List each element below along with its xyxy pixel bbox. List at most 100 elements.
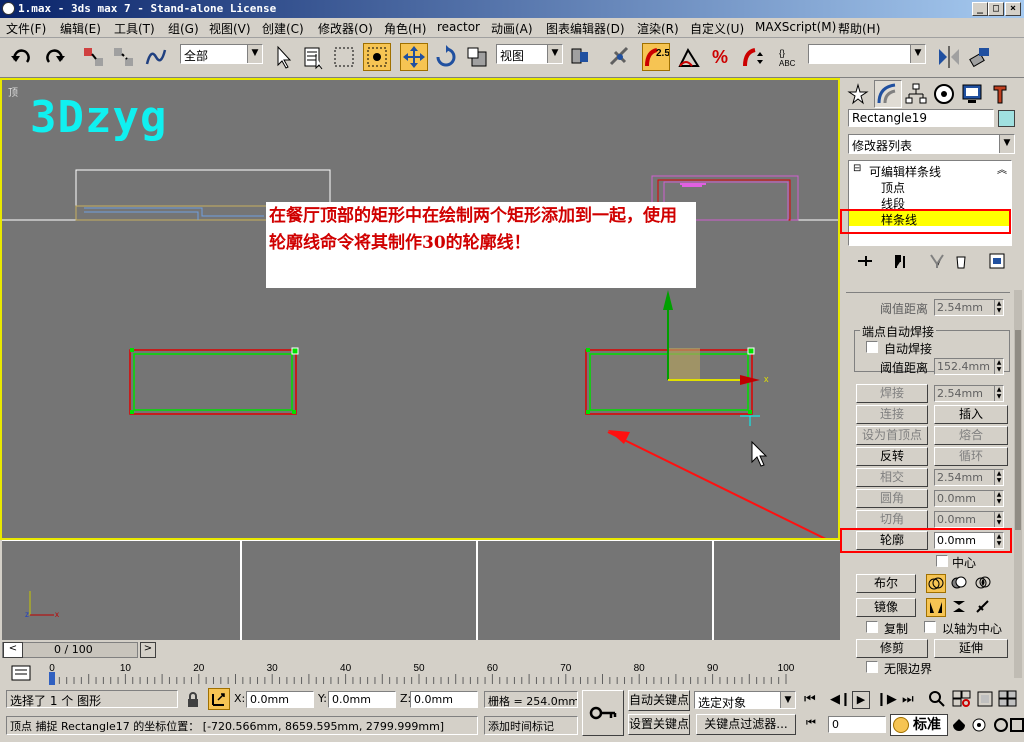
unlink-selection-icon[interactable]: [110, 43, 138, 71]
menu-rendering[interactable]: 渲染(R): [637, 20, 679, 37]
menu-animation[interactable]: 动画(A): [491, 20, 533, 37]
boolean-union-icon[interactable]: [926, 574, 946, 593]
lock-selection-icon[interactable]: [186, 692, 200, 711]
select-and-manipulate-icon[interactable]: [606, 43, 634, 71]
menu-group[interactable]: 组(G): [168, 20, 199, 37]
utilities-tab-icon[interactable]: [988, 82, 1012, 106]
object-name-field[interactable]: Rectangle19: [848, 109, 994, 127]
next-frame-icon[interactable]: ❙▶: [876, 692, 897, 707]
threshold-spinner-2[interactable]: 152.4mm ▲ ▼: [934, 358, 1004, 375]
track-bar[interactable]: 0 10 20 30 40 50 60 70 80 90 100: [0, 660, 840, 686]
fillet-spinner[interactable]: 0.0mm ▲ ▼: [934, 490, 1004, 507]
mirror-vertical-icon[interactable]: [950, 598, 970, 617]
time-slider-next[interactable]: >: [140, 642, 156, 658]
y-coord-field[interactable]: 0.0mm: [328, 691, 396, 708]
key-filters-button[interactable]: 关键点过滤器...: [696, 714, 796, 735]
chamfer-button[interactable]: 切角: [856, 510, 928, 529]
threshold-spinner-1[interactable]: 2.54mm ▲ ▼: [934, 299, 1004, 316]
chevron-up-icon[interactable]: ︽: [997, 161, 1007, 176]
menu-graph-editors[interactable]: 图表编辑器(D): [546, 20, 625, 37]
menu-modifiers[interactable]: 修改器(O): [318, 20, 373, 37]
snaps-toggle-icon[interactable]: 2.5: [642, 43, 670, 71]
absolute-mode-icon[interactable]: [208, 688, 230, 710]
zoom-all-icon[interactable]: [952, 690, 972, 711]
chamfer-spinner[interactable]: 0.0mm ▲ ▼: [934, 511, 1004, 528]
about-pivot-checkbox[interactable]: [924, 621, 936, 633]
mirror-horizontal-icon[interactable]: [926, 598, 946, 617]
top-viewport[interactable]: 顶 3Dzyg x 在餐厅顶部的矩形中在绘制两个矩形添加到一起，使用轮廓线命令将…: [0, 78, 840, 540]
configure-modifier-sets-icon[interactable]: [988, 252, 1006, 273]
edit-named-selection-icon[interactable]: {} ABC: [776, 43, 804, 71]
center-checkbox[interactable]: [936, 555, 948, 567]
remove-modifier-icon[interactable]: [952, 252, 970, 273]
app-icon[interactable]: [2, 2, 15, 15]
select-and-rotate-icon[interactable]: [432, 43, 460, 71]
key-selection-set-dropdown[interactable]: 选定对象 ▼: [694, 691, 796, 710]
show-end-result-icon[interactable]: [892, 252, 910, 273]
mirror-both-icon[interactable]: [974, 598, 994, 617]
mirror-button[interactable]: 镜像: [856, 598, 916, 617]
display-tab-icon[interactable]: [960, 82, 984, 106]
play-icon[interactable]: ▶: [852, 691, 870, 709]
weld-spinner[interactable]: 2.54mm ▲ ▼: [934, 385, 1004, 402]
key-mode-icon[interactable]: ⏮: [806, 716, 816, 730]
select-by-name-icon[interactable]: [300, 43, 328, 71]
modify-tab-icon[interactable]: [874, 80, 902, 108]
pin-stack-icon[interactable]: [856, 252, 874, 273]
select-object-icon[interactable]: [270, 43, 298, 71]
panel-scrollbar[interactable]: [1014, 290, 1022, 678]
extend-button[interactable]: 延伸: [934, 639, 1008, 658]
go-to-end-icon[interactable]: ⏭: [902, 692, 914, 707]
infinite-bounds-checkbox[interactable]: [866, 661, 878, 673]
set-key-icon[interactable]: [582, 690, 624, 736]
fillet-button[interactable]: 圆角: [856, 489, 928, 508]
auto-weld-checkbox[interactable]: [866, 341, 878, 353]
menu-edit[interactable]: 编辑(E): [60, 20, 101, 37]
zoom-icon[interactable]: [928, 690, 946, 711]
collapse-icon[interactable]: ⊟: [853, 163, 861, 174]
select-and-link-icon[interactable]: [80, 43, 108, 71]
zoom-extents-icon[interactable]: [976, 690, 994, 711]
trim-button[interactable]: 修剪: [856, 639, 928, 658]
copy-checkbox[interactable]: [866, 621, 878, 633]
maximize-viewport-icon[interactable]: [1010, 716, 1024, 737]
motion-tab-icon[interactable]: [932, 82, 956, 106]
fuse-button[interactable]: 熔合: [934, 426, 1008, 445]
menu-tools[interactable]: 工具(T): [114, 20, 155, 37]
x-coord-field[interactable]: 0.0mm: [246, 691, 314, 708]
mirror-icon[interactable]: [935, 43, 963, 71]
cycle-button[interactable]: 循环: [934, 447, 1008, 466]
menu-file[interactable]: 文件(F): [6, 20, 46, 37]
pivot-center-icon[interactable]: [566, 43, 594, 71]
current-frame-field[interactable]: 0: [828, 716, 886, 733]
modifier-list-dropdown[interactable]: 修改器列表 ▼: [848, 134, 1015, 154]
redo-icon[interactable]: [40, 43, 68, 71]
menu-reactor[interactable]: reactor: [437, 20, 480, 34]
connect-button[interactable]: 连接: [856, 405, 928, 424]
window-crossing-icon[interactable]: [363, 43, 391, 71]
go-to-start-icon[interactable]: ⏮: [804, 692, 816, 707]
select-and-scale-icon[interactable]: [463, 43, 491, 71]
create-tab-icon[interactable]: [846, 82, 870, 106]
menu-customize[interactable]: 自定义(U): [690, 20, 744, 37]
add-time-tag[interactable]: 添加时间标记: [484, 716, 578, 735]
field-of-view-icon[interactable]: [950, 716, 968, 737]
weld-button[interactable]: 焊接: [856, 384, 928, 403]
auto-key-button[interactable]: 自动关键点: [628, 690, 690, 711]
spinner-snap-icon[interactable]: [740, 43, 768, 71]
selection-filter-dropdown[interactable]: 全部 ▼: [180, 44, 263, 64]
intersect-spinner[interactable]: 2.54mm ▲ ▼: [934, 469, 1004, 486]
close-button[interactable]: ×: [1005, 2, 1021, 16]
menu-views[interactable]: 视图(V): [209, 20, 251, 37]
maximize-button[interactable]: □: [988, 2, 1004, 16]
time-slider-prev[interactable]: <: [3, 642, 23, 658]
minimize-button[interactable]: _: [972, 2, 988, 16]
set-key-button[interactable]: 设置关键点: [628, 714, 690, 735]
previous-frame-icon[interactable]: ◀❙: [830, 692, 851, 707]
boolean-intersect-icon[interactable]: [974, 574, 994, 593]
reference-coordinate-dropdown[interactable]: 视图 ▼: [496, 44, 563, 64]
pan-icon[interactable]: [970, 716, 988, 737]
hierarchy-tab-icon[interactable]: [904, 82, 928, 106]
menu-create[interactable]: 创建(C): [262, 20, 304, 37]
rectangular-selection-icon[interactable]: [330, 43, 358, 71]
